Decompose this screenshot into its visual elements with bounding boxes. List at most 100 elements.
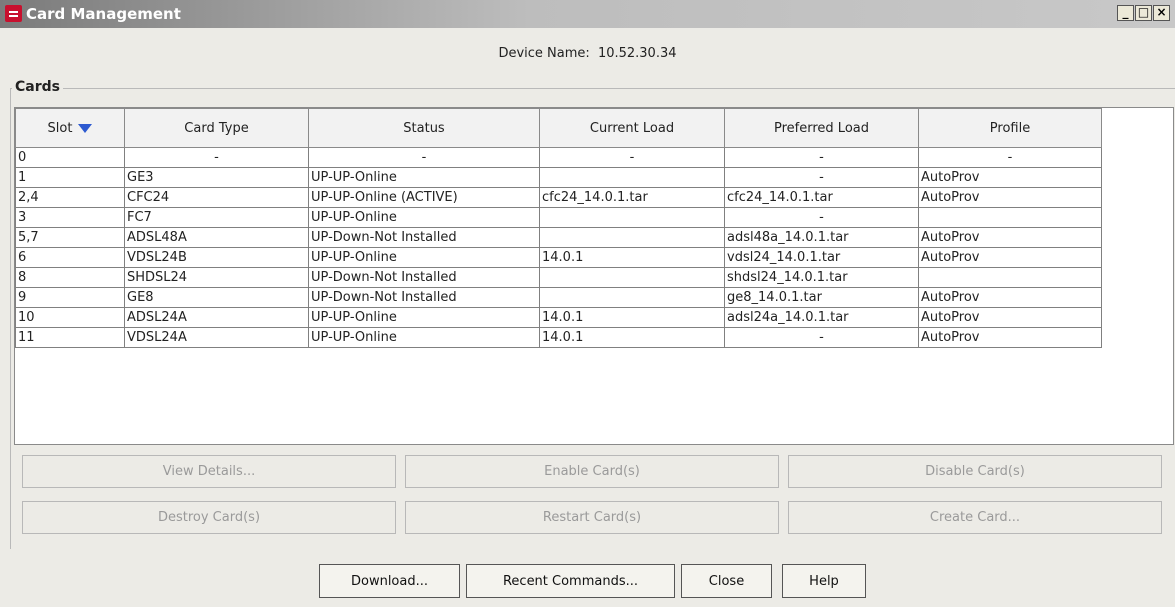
cell-profile: AutoProv xyxy=(918,327,1102,348)
cell-card-type: SHDSL24 xyxy=(124,267,309,288)
cell-preferred-load: cfc24_14.0.1.tar xyxy=(724,187,919,208)
cell-slot: 9 xyxy=(15,287,125,308)
column-header-label: Slot xyxy=(47,120,73,136)
cell-preferred-load: shdsl24_14.0.1.tar xyxy=(724,267,919,288)
table-row[interactable]: 1 GE3 UP-UP-Online - AutoProv xyxy=(15,167,1102,188)
cell-status: UP-UP-Online xyxy=(308,247,540,268)
table-row[interactable]: 0----- xyxy=(15,147,1102,168)
device-name-value: 10.52.30.34 xyxy=(597,46,677,61)
cell-card-type: ADSL48A xyxy=(124,227,309,248)
cell-slot: 1 xyxy=(15,167,125,188)
cell-preferred-load: adsl24a_14.0.1.tar xyxy=(724,307,919,328)
cell-status: UP-UP-Online xyxy=(308,307,540,328)
cell-profile: AutoProv xyxy=(918,247,1102,268)
cell-current-load xyxy=(539,167,725,188)
cell-profile: AutoProv xyxy=(918,167,1102,188)
cell-current-load: 14.0.1 xyxy=(539,307,725,328)
cell-current-load xyxy=(539,227,725,248)
sort-descending-icon xyxy=(78,123,93,133)
cell-card-type: GE3 xyxy=(124,167,309,188)
cell-preferred-load: - xyxy=(724,147,919,168)
cards-table: Slot Card Type Status Current Load Prefe… xyxy=(15,108,1102,348)
disable-cards-button[interactable]: Disable Card(s) xyxy=(788,455,1162,488)
cell-preferred-load: - xyxy=(724,167,919,188)
download-button[interactable]: Download... xyxy=(319,564,460,598)
cell-status: UP-UP-Online xyxy=(308,167,540,188)
table-header-row: Slot Card Type Status Current Load Prefe… xyxy=(15,108,1102,148)
column-header-status[interactable]: Status xyxy=(308,108,540,148)
cell-card-type: ADSL24A xyxy=(124,307,309,328)
cell-slot: 8 xyxy=(15,267,125,288)
restart-cards-button[interactable]: Restart Card(s) xyxy=(405,501,779,534)
cell-profile: AutoProv xyxy=(918,287,1102,308)
cell-status: - xyxy=(308,147,540,168)
column-header-slot[interactable]: Slot xyxy=(15,108,125,148)
destroy-cards-button[interactable]: Destroy Card(s) xyxy=(22,501,396,534)
close-button[interactable]: Close xyxy=(681,564,772,598)
cell-profile: AutoProv xyxy=(918,307,1102,328)
table-row[interactable]: 10 ADSL24A UP-UP-Online 14.0.1 adsl24a_14.0.… xyxy=(15,307,1102,328)
minimize-button[interactable]: _ xyxy=(1117,5,1134,21)
cell-preferred-load: vdsl24_14.0.1.tar xyxy=(724,247,919,268)
cell-current-load xyxy=(539,267,725,288)
help-button[interactable]: Help xyxy=(782,564,866,598)
column-header-current-load[interactable]: Current Load xyxy=(539,108,725,148)
cell-status: UP-UP-Online xyxy=(308,327,540,348)
table-row[interactable]: 11 VDSL24A UP-UP-Online 14.0.1- AutoProv xyxy=(15,327,1102,348)
column-header-card-type[interactable]: Card Type xyxy=(124,108,309,148)
cell-preferred-load: adsl48a_14.0.1.tar xyxy=(724,227,919,248)
cell-card-type: VDSL24B xyxy=(124,247,309,268)
cell-slot: 6 xyxy=(15,247,125,268)
cards-group-label: Cards xyxy=(12,79,63,95)
table-row[interactable]: 6 VDSL24B UP-UP-Online 14.0.1 vdsl24_14.0.1.… xyxy=(15,247,1102,268)
recent-commands-button[interactable]: Recent Commands... xyxy=(466,564,675,598)
device-name-line: Device Name: 10.52.30.34 xyxy=(0,46,1175,61)
cell-slot: 0 xyxy=(15,147,125,168)
column-header-preferred-load[interactable]: Preferred Load xyxy=(724,108,919,148)
table-row[interactable]: 2,4 CFC24 UP-UP-Online (ACTIVE) cfc24_14.0.… xyxy=(15,187,1102,208)
cell-current-load xyxy=(539,287,725,308)
cell-status: UP-Down-Not Installed xyxy=(308,287,540,308)
cell-preferred-load: ge8_14.0.1.tar xyxy=(724,287,919,308)
cell-card-type: VDSL24A xyxy=(124,327,309,348)
cell-current-load: 14.0.1 xyxy=(539,327,725,348)
cell-profile: - xyxy=(918,147,1102,168)
cell-preferred-load: - xyxy=(724,327,919,348)
cell-card-type: FC7 xyxy=(124,207,309,228)
cell-slot: 2,4 xyxy=(15,187,125,208)
card-management-window: Card Management _ □ × Device Name: 10.52… xyxy=(0,0,1175,607)
cell-profile: AutoProv xyxy=(918,187,1102,208)
view-details-button[interactable]: View Details... xyxy=(22,455,396,488)
cell-profile xyxy=(918,267,1102,288)
table-row[interactable]: 9 GE8 UP-Down-Not Installed ge8_14.0.1.tar A… xyxy=(15,287,1102,308)
cell-profile xyxy=(918,207,1102,228)
table-row[interactable]: 3 FC7 UP-UP-Online - xyxy=(15,207,1102,228)
enable-cards-button[interactable]: Enable Card(s) xyxy=(405,455,779,488)
cards-table-container[interactable]: Slot Card Type Status Current Load Prefe… xyxy=(14,107,1174,445)
table-row[interactable]: 8 SHDSL24 UP-Down-Not Installed shdsl24_14.… xyxy=(15,267,1102,288)
cell-card-type: GE8 xyxy=(124,287,309,308)
cell-slot: 3 xyxy=(15,207,125,228)
cell-profile: AutoProv xyxy=(918,227,1102,248)
title-bar[interactable]: Card Management _ □ × xyxy=(0,0,1175,28)
close-window-button[interactable]: × xyxy=(1153,5,1170,21)
cell-status: UP-UP-Online (ACTIVE) xyxy=(308,187,540,208)
cell-card-type: - xyxy=(124,147,309,168)
cell-status: UP-Down-Not Installed xyxy=(308,267,540,288)
create-card-button[interactable]: Create Card... xyxy=(788,501,1162,534)
cell-preferred-load: - xyxy=(724,207,919,228)
maximize-button[interactable]: □ xyxy=(1135,5,1152,21)
table-row[interactable]: 5,7 ADSL48A UP-Down-Not Installed adsl48a_1… xyxy=(15,227,1102,248)
cell-slot: 10 xyxy=(15,307,125,328)
cell-card-type: CFC24 xyxy=(124,187,309,208)
column-header-profile[interactable]: Profile xyxy=(918,108,1102,148)
cell-current-load: cfc24_14.0.1.tar xyxy=(539,187,725,208)
cell-slot: 11 xyxy=(15,327,125,348)
cell-current-load: - xyxy=(539,147,725,168)
app-icon xyxy=(5,5,22,22)
cell-status: UP-Down-Not Installed xyxy=(308,227,540,248)
cell-status: UP-UP-Online xyxy=(308,207,540,228)
device-name-label: Device Name: xyxy=(498,46,590,61)
cell-current-load xyxy=(539,207,725,228)
cell-current-load: 14.0.1 xyxy=(539,247,725,268)
